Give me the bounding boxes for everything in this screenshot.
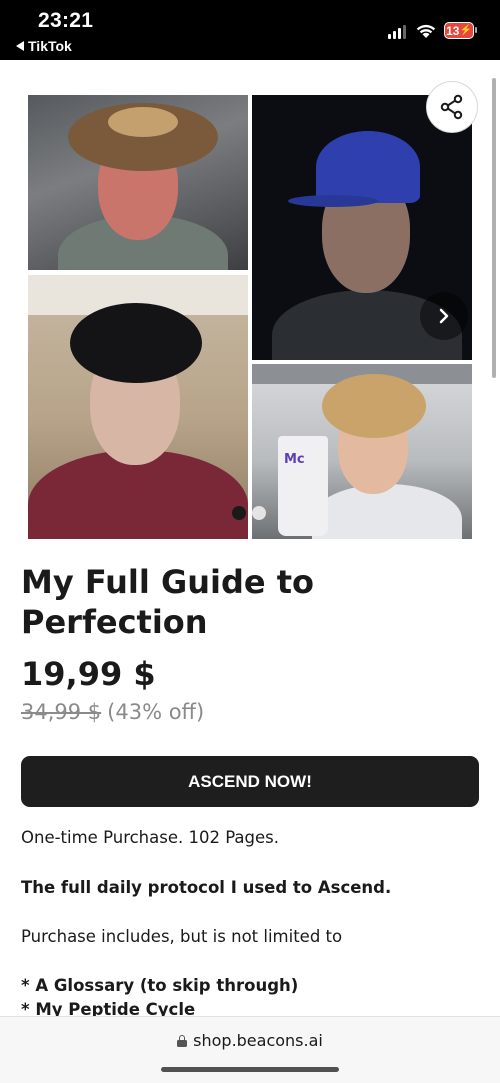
back-to-app-link[interactable]: TikTok <box>16 38 72 54</box>
share-icon <box>440 94 463 120</box>
battery-tip <box>475 27 477 33</box>
url-text: shop.beacons.ai <box>193 1031 323 1050</box>
gallery-photo-3[interactable] <box>28 275 248 539</box>
hair-shape <box>70 303 202 383</box>
product-price: 19,99 $ <box>21 655 156 693</box>
cap-brim <box>288 195 378 207</box>
back-arrow-icon <box>16 41 24 51</box>
gallery-pagination <box>232 506 266 520</box>
gallery-dot-1[interactable] <box>232 506 246 520</box>
description-line-2: The full daily protocol I used to Ascend… <box>21 878 392 897</box>
battery-indicator: 13 ⚡ <box>444 22 474 39</box>
product-gallery[interactable]: Mc <box>28 95 472 539</box>
hoodie-shape <box>312 484 462 539</box>
gallery-dot-2[interactable] <box>252 506 266 520</box>
cup-shape: Mc <box>278 436 328 536</box>
hair-shape <box>322 374 426 438</box>
battery-level: 13 <box>446 23 460 38</box>
status-bar: 23:21 TikTok 13 ⚡ <box>0 0 500 60</box>
browser-url-bar[interactable]: shop.beacons.ai <box>0 1016 500 1083</box>
discount-label: (43% off) <box>107 700 205 724</box>
page-scrollbar[interactable] <box>492 78 496 378</box>
hair-highlight <box>108 107 178 137</box>
ascend-now-button[interactable]: ASCEND NOW! <box>21 756 479 807</box>
share-button[interactable] <box>426 81 478 133</box>
wifi-icon <box>416 24 436 38</box>
gallery-photo-1[interactable] <box>28 95 248 270</box>
original-price-line: 34,99 $ (43% off) <box>21 700 204 724</box>
gallery-photo-4[interactable]: Mc <box>252 364 472 539</box>
cap-shape <box>316 131 420 203</box>
cellular-signal-icon <box>388 25 406 39</box>
description-bullet-1: * A Glossary (to skip through) <box>21 976 299 995</box>
home-indicator[interactable] <box>161 1067 339 1072</box>
lock-icon <box>177 1034 188 1047</box>
chevron-right-icon <box>439 308 449 324</box>
gallery-next-button[interactable] <box>420 292 468 340</box>
product-title: My Full Guide to Perfection <box>21 563 315 641</box>
back-app-label: TikTok <box>28 38 72 54</box>
original-price: 34,99 $ <box>21 700 102 724</box>
description-line-3: Purchase includes, but is not limited to <box>21 927 343 946</box>
cup-logo: Mc <box>284 452 305 467</box>
status-time: 23:21 <box>38 9 94 32</box>
description-line-1: One-time Purchase. 102 Pages. <box>21 828 280 847</box>
url-display[interactable]: shop.beacons.ai <box>0 1031 500 1050</box>
